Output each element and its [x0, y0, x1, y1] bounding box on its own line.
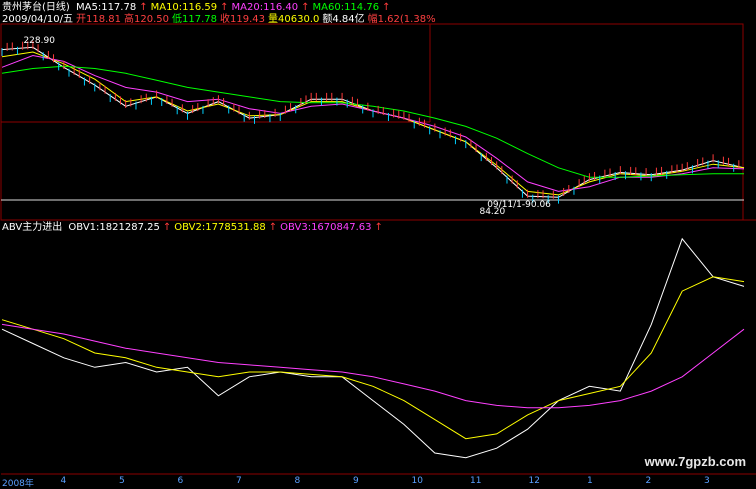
x-tick-label: 7 [236, 476, 242, 486]
watermark: www.7gpzb.com [644, 454, 746, 469]
price-annotation: 09/11/1-90.06 [487, 200, 551, 210]
series-line-obv3 [1, 323, 745, 409]
x-tick-label: 3 [704, 476, 710, 486]
x-tick-label: 2 [645, 476, 652, 486]
x-tick-label: 6 [177, 476, 184, 486]
x-tick-label: 8 [294, 476, 301, 486]
x-tick-label: 9 [353, 476, 359, 486]
x-tick-label: 2008年 [2, 479, 34, 489]
series-line-obv2 [1, 276, 745, 440]
x-tick-label: 12 [528, 476, 540, 486]
x-tick-label: 11 [470, 476, 482, 486]
series-line-obv1 [1, 237, 745, 459]
x-tick-label: 5 [119, 476, 125, 486]
x-tick-label: 1 [587, 476, 593, 486]
stock-chart: 228.9084.2009/11/1-90.06 [0, 23, 756, 475]
series-line-ma20 [1, 54, 745, 192]
x-tick-label: 10 [411, 476, 423, 486]
x-tick-label: 4 [60, 476, 67, 486]
x-axis-labels: 2008年 4 5 6 7 8 9 10 11 12 1 2 3 [0, 476, 756, 489]
price-annotation: 228.90 [23, 36, 55, 46]
